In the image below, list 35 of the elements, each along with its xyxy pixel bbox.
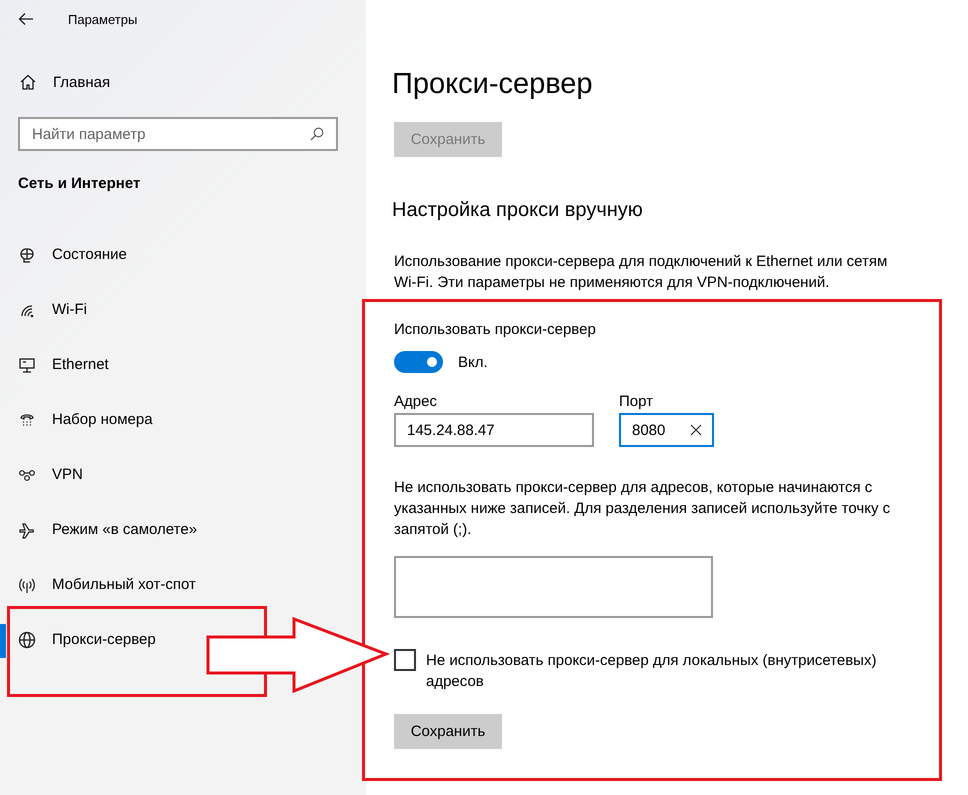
section-heading: Настройка прокси вручную [392,199,644,223]
home-link[interactable]: Главная [0,64,366,100]
globe-icon [18,630,36,648]
field-label: Порт [619,393,654,412]
checkbox[interactable] [394,649,416,671]
page-title: Прокси-сервер [392,67,594,102]
toggle-switch[interactable] [394,351,443,373]
sidebar-item[interactable]: Набор номера [0,392,163,447]
exclusions-text: Не использовать прокси-сервер для адресов, которые начинаются с указанных ниже записей. Для разделения записей используйте точку с запятой (;). [394,478,892,540]
globe-monitor-icon [18,246,36,264]
window-title: Параметры [68,12,138,26]
sidebar-item[interactable]: Мобильный хот-спот [0,557,206,612]
field-label: Адрес [394,393,438,412]
sidebar-item[interactable]: VPN [0,447,93,502]
search-field[interactable]: Найти параметр [18,117,338,151]
back-arrow-icon[interactable] [18,12,34,26]
port-field[interactable]: 8080 [619,413,714,447]
section-heading: Сеть и Интернет [18,175,142,194]
exclusions-field[interactable] [394,556,713,618]
search-icon [310,127,324,141]
sidebar-item[interactable]: Ethernet [0,337,119,392]
description-text: Использование прокси-сервера для подключений к Ethernet или сетям Wi-Fi. Эти параметры не применяются для VPN-подключений. [394,252,888,293]
home-icon [19,73,37,91]
sidebar-item[interactable]: Прокси-сервер [0,612,166,667]
checkbox-label: Не использовать прокси-сервер для локальных (внутрисетевых) адресов [426,651,878,692]
save-button[interactable]: Сохранить [394,714,502,749]
clear-icon[interactable] [690,424,702,436]
airplane-icon [18,520,36,538]
monitor-icon [18,356,36,374]
toggle-state: Вкл. [458,354,488,370]
sidebar-item[interactable]: Состояние [0,227,137,282]
sidebar-item[interactable]: Wi-Fi [0,282,97,337]
address-field[interactable]: 145.24.88.47 [394,413,594,447]
toggle-label: Использовать прокси-сервер [394,321,597,338]
sidebar-item[interactable]: Режим «в самолете» [0,502,208,557]
